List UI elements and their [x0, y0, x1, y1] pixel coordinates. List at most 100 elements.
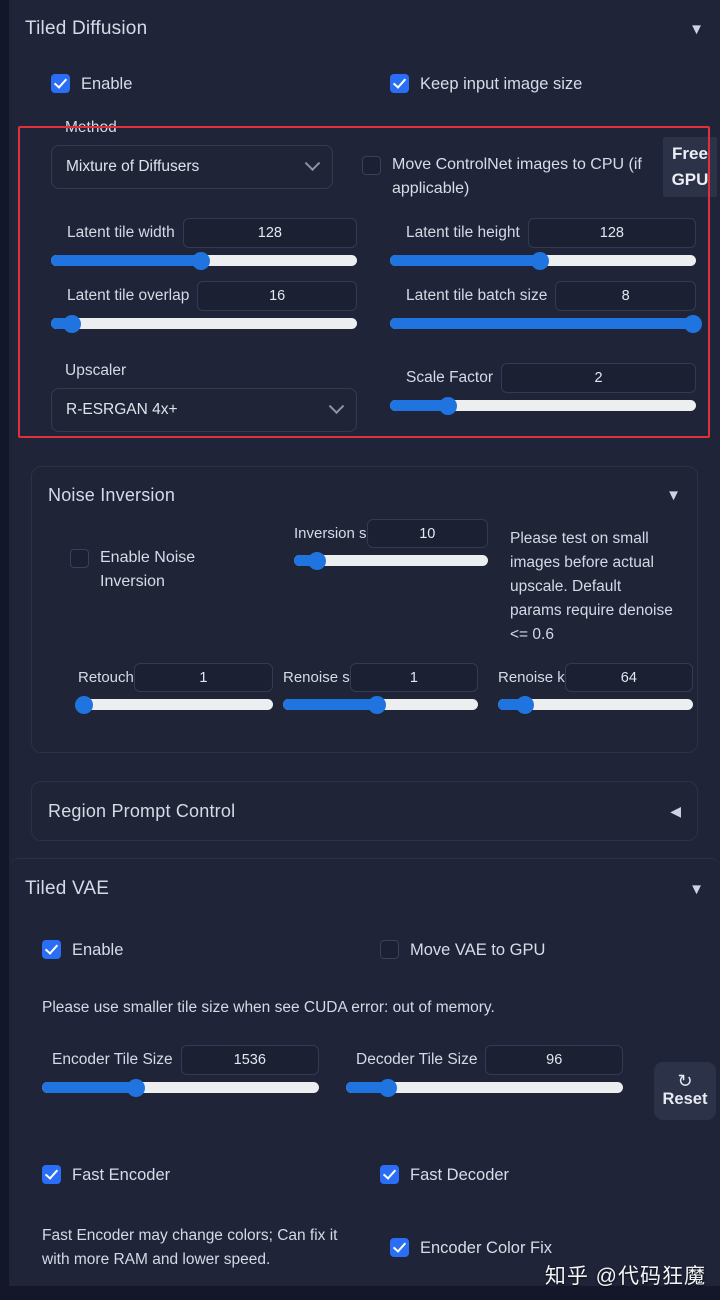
- checkbox-checked-icon[interactable]: [380, 1165, 399, 1184]
- renoise-kernel-value[interactable]: 64: [564, 663, 693, 692]
- latent-tile-height-label: Latent tile height: [406, 224, 520, 241]
- noise-inversion-panel: Noise Inversion ▼ Enable Noise Inversion…: [31, 466, 698, 753]
- free-gpu-line2: GPU: [671, 170, 709, 189]
- renoise-strength-value[interactable]: 1: [349, 663, 478, 692]
- slider-knob[interactable]: [191, 251, 210, 270]
- slider-knob[interactable]: [378, 1078, 397, 1097]
- checkbox-checked-icon[interactable]: [42, 940, 61, 959]
- page-title: Tiled Diffusion: [25, 18, 148, 39]
- inversion-steps-value[interactable]: 10: [366, 519, 488, 548]
- watermark: 知乎 @代码狂魔: [544, 1265, 706, 1288]
- retouch-slider[interactable]: Retouch 1: [74, 663, 273, 714]
- move-vae-to-gpu-label: Move VAE to GPU: [410, 941, 546, 959]
- region-prompt-control-panel[interactable]: Region Prompt Control ◀: [31, 781, 698, 841]
- renoise-kernel-slider[interactable]: Renoise k 64: [498, 663, 693, 714]
- latent-tile-overlap-value[interactable]: 16: [197, 281, 357, 311]
- renoise-strength-label: Renoise s: [283, 669, 350, 686]
- chevron-left-icon[interactable]: ◀: [670, 804, 681, 818]
- inversion-steps-track[interactable]: [294, 551, 488, 570]
- tiled-vae-panel: Tiled VAE ▼ Enable Move VAE to GPU Pleas…: [9, 858, 720, 1300]
- latent-tile-batch-size-value[interactable]: 8: [555, 281, 696, 311]
- upscaler-select[interactable]: R-ESRGAN 4x+: [51, 388, 357, 432]
- slider-knob[interactable]: [439, 396, 458, 415]
- chevron-down-icon[interactable]: ▼: [666, 488, 681, 503]
- scale-factor-value[interactable]: 2: [501, 363, 696, 393]
- latent-tile-height-track[interactable]: [390, 251, 696, 270]
- slider-fill: [283, 699, 377, 710]
- checkbox-checked-icon[interactable]: [390, 1238, 409, 1257]
- enable-tiled-vae-label: Enable: [72, 941, 124, 959]
- slider-knob[interactable]: [63, 314, 82, 333]
- method-label: Method: [65, 119, 117, 136]
- slider-knob[interactable]: [516, 695, 535, 714]
- checkbox-checked-icon[interactable]: [51, 74, 70, 93]
- noise-inversion-title: Noise Inversion: [48, 484, 176, 505]
- scale-factor-slider[interactable]: Scale Factor 2: [390, 363, 696, 415]
- fast-decoder-label: Fast Decoder: [410, 1166, 510, 1184]
- tiled-vae-header[interactable]: Tiled VAE ▼: [9, 859, 720, 919]
- checkbox-checked-icon[interactable]: [42, 1165, 61, 1184]
- reset-label: Reset: [662, 1090, 708, 1108]
- encoder-tile-size-slider[interactable]: Encoder Tile Size 1536: [42, 1045, 319, 1097]
- renoise-strength-slider[interactable]: Renoise s 1: [283, 663, 478, 714]
- fast-encoder-checkbox-row[interactable]: Fast Encoder: [42, 1164, 170, 1186]
- latent-tile-overlap-slider[interactable]: Latent tile overlap 16: [51, 281, 357, 333]
- fast-encoder-label: Fast Encoder: [72, 1166, 171, 1184]
- latent-tile-width-value[interactable]: 128: [182, 218, 357, 248]
- latent-tile-width-track[interactable]: [51, 251, 357, 270]
- checkbox-unchecked-icon[interactable]: [70, 549, 89, 568]
- noise-inversion-header[interactable]: Noise Inversion ▼: [32, 467, 697, 523]
- slider-knob[interactable]: [530, 251, 549, 270]
- slider-knob[interactable]: [367, 695, 386, 714]
- latent-tile-batch-size-slider[interactable]: Latent tile batch size 8: [390, 281, 702, 333]
- slider-knob[interactable]: [683, 314, 702, 333]
- enable-tiled-vae-checkbox-row[interactable]: Enable: [42, 939, 123, 961]
- inversion-steps-label: Inversion s: [294, 525, 367, 542]
- chevron-down-icon: [304, 154, 321, 171]
- chevron-down-icon[interactable]: ▼: [689, 882, 704, 897]
- encoder-color-fix-checkbox-row[interactable]: Encoder Color Fix: [390, 1237, 552, 1259]
- scale-factor-track[interactable]: [390, 396, 696, 415]
- tiled-diffusion-header[interactable]: Tiled Diffusion ▼: [9, 0, 720, 58]
- slider-knob[interactable]: [74, 695, 93, 714]
- slider-knob[interactable]: [127, 1078, 146, 1097]
- chevron-down-icon: [328, 397, 345, 414]
- latent-tile-height-slider[interactable]: Latent tile height 128: [390, 218, 696, 270]
- method-selected-value: Mixture of Diffusers: [66, 158, 200, 175]
- encoder-tile-size-track[interactable]: [42, 1078, 319, 1097]
- enable-tiled-diffusion-checkbox-row[interactable]: Enable: [51, 73, 132, 95]
- free-gpu-button[interactable]: Free GPU: [663, 137, 717, 197]
- move-vae-to-gpu-checkbox-row[interactable]: Move VAE to GPU: [380, 939, 545, 961]
- keep-input-image-size-checkbox-row[interactable]: Keep input image size: [390, 73, 582, 95]
- renoise-kernel-track[interactable]: [498, 695, 693, 714]
- decoder-tile-size-slider[interactable]: Decoder Tile Size 96: [346, 1045, 623, 1097]
- encoder-tile-size-value[interactable]: 1536: [180, 1045, 319, 1075]
- latent-tile-overlap-track[interactable]: [51, 314, 357, 333]
- fast-decoder-checkbox-row[interactable]: Fast Decoder: [380, 1164, 509, 1186]
- checkbox-unchecked-icon[interactable]: [362, 156, 381, 175]
- decoder-tile-size-track[interactable]: [346, 1078, 623, 1097]
- latent-tile-height-value[interactable]: 128: [527, 218, 696, 248]
- move-controlnet-to-cpu-checkbox-row[interactable]: Move ControlNet images to CPU (if applic…: [362, 153, 642, 201]
- inversion-steps-slider[interactable]: Inversion s 10: [294, 519, 488, 570]
- checkbox-checked-icon[interactable]: [390, 74, 409, 93]
- slider-fill: [390, 255, 540, 266]
- method-select[interactable]: Mixture of Diffusers: [51, 145, 333, 189]
- free-gpu-line1: Free: [672, 144, 708, 163]
- chevron-down-icon[interactable]: ▼: [689, 22, 704, 37]
- left-gutter: [0, 0, 9, 1300]
- latent-tile-batch-size-label: Latent tile batch size: [406, 287, 548, 304]
- slider-knob[interactable]: [308, 551, 327, 570]
- latent-tile-batch-size-track[interactable]: [390, 314, 702, 333]
- latent-tile-width-slider[interactable]: Latent tile width 128: [51, 218, 357, 270]
- retouch-track[interactable]: [74, 695, 273, 714]
- reset-button[interactable]: ↻ Reset: [654, 1062, 716, 1120]
- enable-noise-inversion-checkbox-row[interactable]: Enable Noise Inversion: [70, 546, 230, 594]
- decoder-tile-size-value[interactable]: 96: [485, 1045, 623, 1075]
- fast-encoder-hint: Fast Encoder may change colors; Can fix …: [42, 1227, 338, 1268]
- scale-factor-label: Scale Factor: [406, 369, 494, 386]
- retouch-value[interactable]: 1: [133, 663, 273, 692]
- checkbox-unchecked-icon[interactable]: [380, 940, 399, 959]
- renoise-strength-track[interactable]: [283, 695, 478, 714]
- slider-fill: [51, 255, 201, 266]
